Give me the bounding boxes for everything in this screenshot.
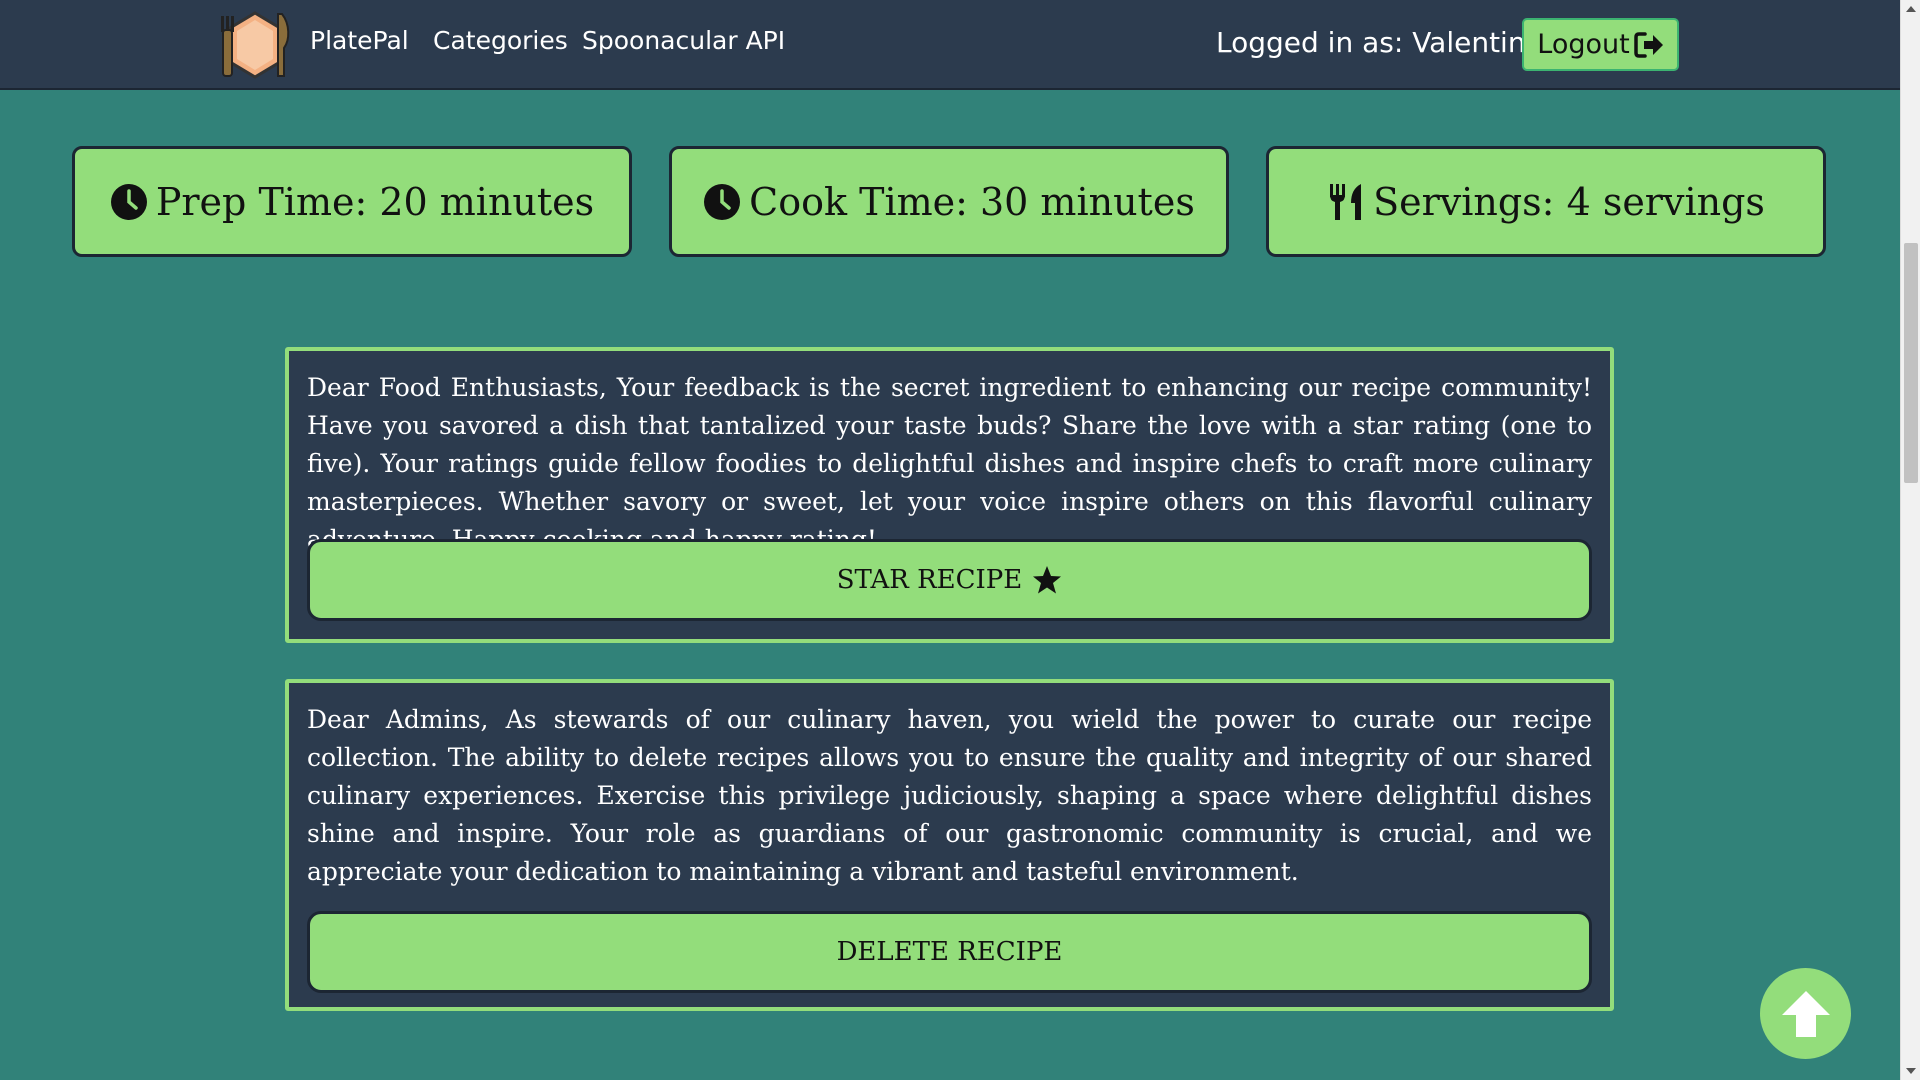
- sign-out-icon: [1633, 31, 1663, 58]
- cook-time-card: Cook Time: 30 minutes: [669, 146, 1229, 257]
- star-recipe-label: STAR RECIPE: [836, 565, 1023, 595]
- scroll-up-arrow-icon[interactable]: [1906, 6, 1916, 12]
- plate-fork-knife-logo[interactable]: [218, 10, 292, 80]
- star-recipe-button[interactable]: STAR RECIPE: [307, 539, 1592, 621]
- delete-recipe-button[interactable]: DELETE RECIPE: [307, 911, 1592, 993]
- nav-link-spoonacular-api[interactable]: Spoonacular API: [582, 26, 785, 55]
- servings-text: Servings: 4 servings: [1373, 179, 1765, 224]
- logout-label: Logout: [1537, 29, 1630, 60]
- scrollbar-thumb[interactable]: [1904, 243, 1918, 483]
- nav-link-categories[interactable]: Categories: [433, 26, 568, 55]
- scroll-down-arrow-icon[interactable]: [1906, 1068, 1916, 1074]
- prep-time-text: Prep Time: 20 minutes: [155, 179, 595, 224]
- logged-in-user-text: Logged in as: Valentin: [1216, 26, 1526, 59]
- arrow-up-icon: [1781, 990, 1830, 1037]
- admin-info-panel: Dear Admins, As stewards of our culinary…: [285, 679, 1614, 1011]
- prep-time-card: Prep Time: 20 minutes: [72, 146, 632, 257]
- star-icon: [1033, 566, 1062, 594]
- utensils-icon: [1330, 183, 1362, 220]
- delete-recipe-label: DELETE RECIPE: [836, 937, 1063, 967]
- brand-link[interactable]: PlatePal: [310, 26, 409, 55]
- logout-button[interactable]: Logout: [1522, 18, 1679, 71]
- rating-info-panel: Dear Food Enthusiasts, Your feedback is …: [285, 347, 1614, 643]
- admin-message: Dear Admins, As stewards of our culinary…: [307, 705, 1592, 886]
- scroll-to-top-button[interactable]: [1760, 968, 1851, 1059]
- page-scrollbar[interactable]: [1900, 0, 1920, 1080]
- servings-card: Servings: 4 servings: [1266, 146, 1826, 257]
- clock-icon: [704, 183, 741, 220]
- top-navbar: PlatePal Categories Spoonacular API Logg…: [0, 0, 1900, 90]
- rating-message: Dear Food Enthusiasts, Your feedback is …: [307, 373, 1592, 554]
- cook-time-text: Cook Time: 30 minutes: [749, 179, 1195, 224]
- clock-icon: [110, 183, 147, 220]
